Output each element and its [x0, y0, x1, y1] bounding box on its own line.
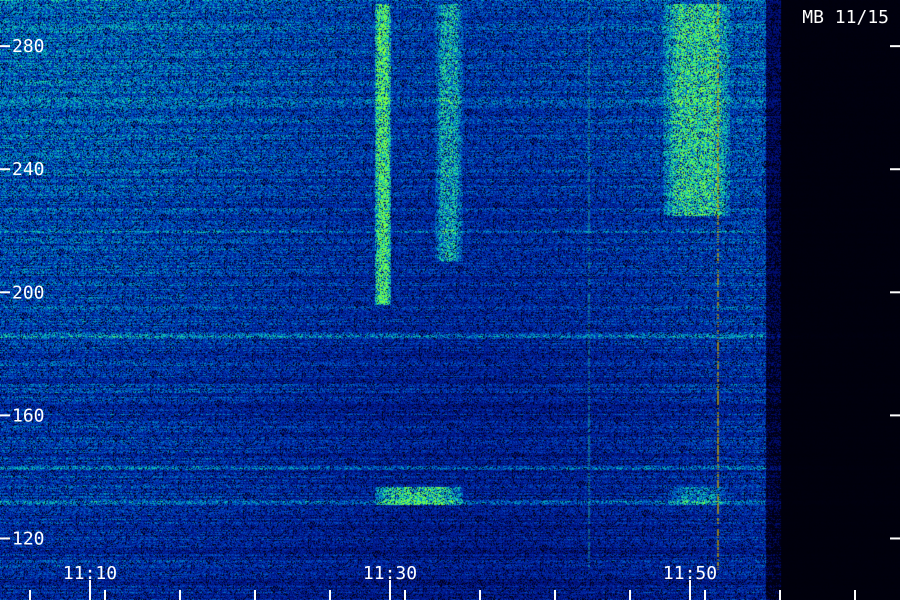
chart-title: MB 11/15 — [802, 7, 889, 28]
y-axis-right — [890, 45, 900, 540]
y-axis-left: 120 160 200 240 280 — [0, 36, 45, 549]
y-tick-label: 280 — [12, 36, 45, 57]
y-tick-label: 120 — [12, 528, 45, 549]
y-tick-label: 240 — [12, 159, 45, 180]
axes-overlay: 120 160 200 240 280 11:10 11:30 11:50 MB 11/15 — [0, 7, 900, 600]
x-axis: 11:10 11:30 11:50 — [29, 563, 856, 600]
x-tick-label: 11:10 — [63, 563, 117, 584]
x-tick-label: 11:50 — [663, 563, 717, 584]
y-tick-label: 160 — [12, 405, 45, 426]
y-tick-label: 200 — [12, 282, 45, 303]
x-tick-label: 11:30 — [363, 563, 417, 584]
